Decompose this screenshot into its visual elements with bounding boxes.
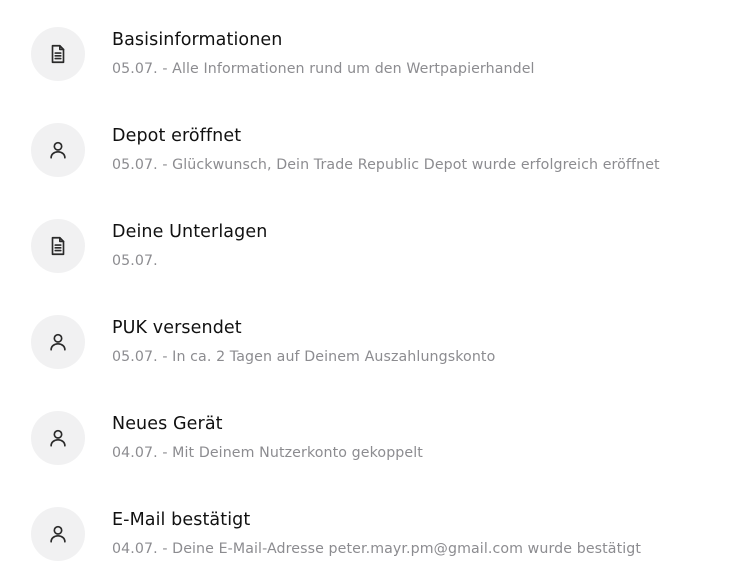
document-icon xyxy=(31,27,85,81)
timeline-item-puk-versendet[interactable]: PUK versendet 05.07. - In ca. 2 Tagen au… xyxy=(0,288,741,384)
timeline-item-neues-geraet[interactable]: Neues Gerät 04.07. - Mit Deinem Nutzerko… xyxy=(0,384,741,480)
timeline-list: Basisinformationen 05.07. - Alle Informa… xyxy=(0,0,741,577)
item-subtitle: 05.07. - Glückwunsch, Dein Trade Republi… xyxy=(112,157,660,173)
timeline-item-depot-eroeffnet[interactable]: Depot eröffnet 05.07. - Glückwunsch, Dei… xyxy=(0,96,741,192)
item-title: PUK versendet xyxy=(112,318,242,338)
person-icon xyxy=(31,507,85,561)
person-icon xyxy=(31,315,85,369)
timeline-item-basisinformationen[interactable]: Basisinformationen 05.07. - Alle Informa… xyxy=(0,0,741,96)
item-subtitle: 05.07. - In ca. 2 Tagen auf Deinem Ausza… xyxy=(112,349,496,365)
person-icon xyxy=(31,123,85,177)
item-title: Deine Unterlagen xyxy=(112,222,268,242)
item-subtitle: 04.07. - Mit Deinem Nutzerkonto gekoppel… xyxy=(112,445,423,461)
item-subtitle: 05.07. xyxy=(112,253,158,269)
timeline-item-email-bestaetigt[interactable]: E-Mail bestätigt 04.07. - Deine E-Mail-A… xyxy=(0,480,741,576)
person-icon xyxy=(31,411,85,465)
item-title: E-Mail bestätigt xyxy=(112,510,251,530)
item-title: Neues Gerät xyxy=(112,414,223,434)
item-title: Basisinformationen xyxy=(112,30,283,50)
timeline-item-deine-unterlagen[interactable]: Deine Unterlagen 05.07. xyxy=(0,192,741,288)
document-icon xyxy=(31,219,85,273)
item-title: Depot eröffnet xyxy=(112,126,242,146)
item-subtitle: 05.07. - Alle Informationen rund um den … xyxy=(112,61,535,77)
item-subtitle: 04.07. - Deine E-Mail-Adresse peter.mayr… xyxy=(112,541,642,557)
